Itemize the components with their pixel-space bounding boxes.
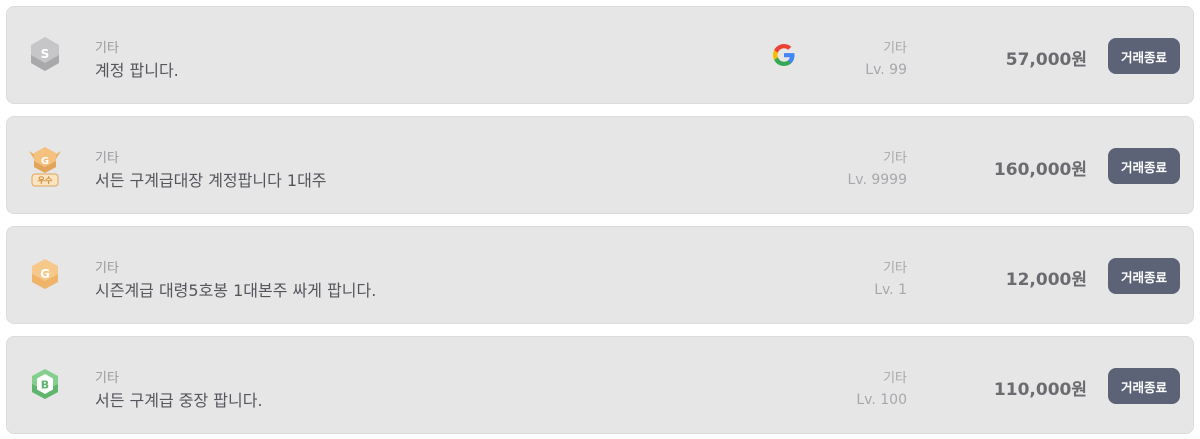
- listing-meta: 기타 Lv. 1: [874, 257, 907, 298]
- meta-category: 기타: [883, 261, 907, 276]
- account-level: Lv. 1: [874, 282, 907, 298]
- green-b-badge-icon: B: [25, 363, 65, 409]
- svg-text:S: S: [41, 47, 50, 61]
- account-level: Lv. 100: [856, 392, 907, 408]
- account-level: Lv. 9999: [847, 172, 907, 188]
- meta-category: 기타: [883, 41, 907, 56]
- svg-text:G: G: [41, 156, 49, 167]
- listing-card[interactable]: G 우수 기타 서든 구계급대장 계정팝니다 1대주 기타 Lv. 9999 1…: [6, 116, 1194, 214]
- listing-category: 기타: [95, 261, 119, 276]
- listing-title[interactable]: 서든 구계급 중장 팝니다.: [95, 387, 263, 411]
- meta-category: 기타: [883, 151, 907, 166]
- gold-g-excellent-badge-icon: G 우수: [25, 143, 65, 189]
- listing-category: 기타: [95, 41, 119, 56]
- account-level: Lv. 99: [865, 62, 907, 78]
- trade-closed-button[interactable]: 거래종료: [1108, 258, 1180, 294]
- trade-closed-button[interactable]: 거래종료: [1108, 38, 1180, 74]
- listing-title[interactable]: 서든 구계급대장 계정팝니다 1대주: [95, 167, 327, 191]
- listing-meta: 기타 Lv. 100: [856, 367, 907, 408]
- listing-meta: 기타 Lv. 9999: [847, 147, 907, 188]
- listing-card[interactable]: S 기타 계정 팝니다. 기타 Lv. 99 57,000원 거래종료: [6, 6, 1194, 104]
- listing-list: S 기타 계정 팝니다. 기타 Lv. 99 57,000원 거래종료 G 우수…: [0, 0, 1200, 439]
- trade-closed-button[interactable]: 거래종료: [1108, 368, 1180, 404]
- listing-category: 기타: [95, 371, 119, 386]
- google-icon: [770, 41, 798, 69]
- listing-card[interactable]: B 기타 서든 구계급 중장 팝니다. 기타 Lv. 100 110,000원 …: [6, 336, 1194, 434]
- listing-category: 기타: [95, 151, 119, 166]
- listing-price: 57,000원: [1005, 50, 1087, 70]
- badge-label: 우수: [38, 176, 53, 185]
- listing-title[interactable]: 계정 팝니다.: [95, 57, 179, 81]
- silver-s-badge-icon: S: [25, 33, 65, 79]
- listing-title[interactable]: 시즌계급 대령5호봉 1대본주 싸게 팝니다.: [95, 277, 376, 301]
- listing-price: 12,000원: [1005, 270, 1087, 290]
- listing-meta: 기타 Lv. 99: [865, 37, 907, 78]
- listing-price: 110,000원: [993, 380, 1087, 400]
- listing-price: 160,000원: [993, 160, 1087, 180]
- gold-g-badge-icon: G: [25, 253, 65, 299]
- svg-text:G: G: [40, 267, 50, 281]
- trade-closed-button[interactable]: 거래종료: [1108, 148, 1180, 184]
- listing-card[interactable]: G 기타 시즌계급 대령5호봉 1대본주 싸게 팝니다. 기타 Lv. 1 12…: [6, 226, 1194, 324]
- svg-text:B: B: [41, 379, 49, 392]
- meta-category: 기타: [883, 371, 907, 386]
